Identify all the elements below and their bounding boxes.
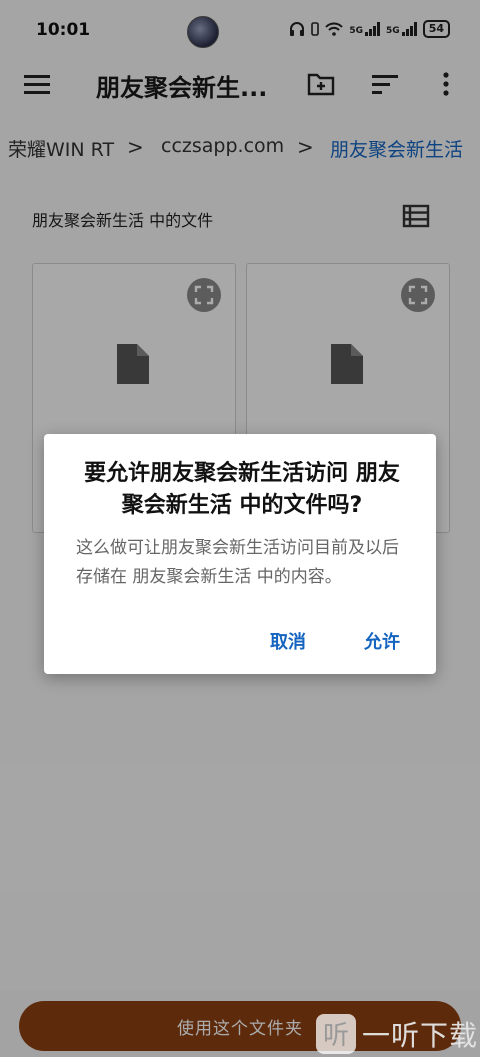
cancel-button[interactable]: 取消: [270, 628, 306, 654]
watermark-text: 一听下载: [362, 1018, 479, 1052]
dialog-title: 要允许朋友聚会新生活访问 朋友聚会新生活 中的文件吗?: [84, 461, 400, 518]
document-picker-screen: 10:01 5G 5G 54 朋友聚会新生... 荣耀WIN RT > cczs…: [0, 0, 480, 1057]
allow-button[interactable]: 允许: [364, 628, 400, 654]
watermark: 听 一听下载: [316, 1010, 480, 1057]
watermark-logo: 听: [316, 1013, 356, 1054]
permission-dialog: 要允许朋友聚会新生活访问 朋友聚会新生活 中的文件吗? 这么做可让朋友聚会新生活…: [44, 434, 436, 674]
dialog-message: 这么做可让朋友聚会新生活访问目前及以后存储在 朋友聚会新生活 中的内容。: [76, 538, 399, 587]
